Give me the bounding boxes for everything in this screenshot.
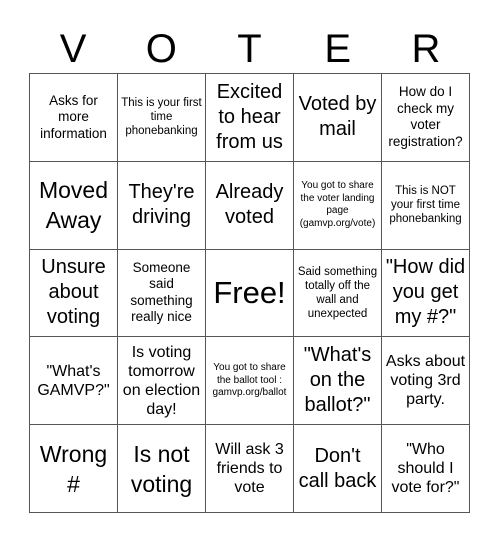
bingo-cell[interactable]: Unsure about voting — [30, 249, 118, 338]
bingo-cell[interactable]: Voted by mail — [294, 74, 382, 162]
cell-text: Said something totally off the wall and … — [297, 265, 378, 320]
header-letter-o: O — [145, 27, 177, 71]
cell-text: Don't call back — [298, 444, 377, 492]
bingo-cell[interactable]: Moved Away — [30, 161, 118, 250]
cell-text: Unsure about voting — [41, 256, 106, 329]
bingo-header: V O T E R — [29, 26, 470, 72]
cell-text: Asks for more information — [40, 92, 107, 141]
cell-text: Voted by mail — [298, 93, 377, 141]
bingo-cell[interactable]: Don't call back — [294, 425, 382, 513]
cell-text: "What's GAMVP?" — [37, 362, 110, 399]
cell-text: Asks about voting 3rd party. — [385, 353, 466, 409]
cell-text: Already voted — [215, 181, 284, 229]
bingo-cell[interactable]: How do I check my voter registration? — [382, 74, 470, 162]
bingo-cell[interactable]: Will ask 3 friends to vote — [206, 425, 294, 513]
cell-text: "How did you get my #?" — [385, 256, 466, 329]
cell-text: Is voting tomorrow on election day! — [122, 343, 201, 418]
bingo-board: Asks for more information This is your f… — [29, 73, 470, 513]
cell-text: They're driving — [128, 181, 195, 229]
bingo-cell[interactable]: "Who should I vote for?" — [382, 425, 470, 513]
header-letter-v: V — [59, 27, 87, 71]
bingo-cell[interactable]: Asks for more information — [30, 74, 118, 162]
cell-text: This is NOT your first time phonebanking — [389, 185, 462, 226]
bingo-cell[interactable]: "What's GAMVP?" — [30, 337, 118, 426]
bingo-cell[interactable]: Wrong # — [30, 425, 118, 513]
cell-text: Moved Away — [38, 177, 109, 234]
bingo-cell[interactable]: "What's on the ballot?" — [294, 337, 382, 426]
bingo-cell[interactable]: You got to share the ballot tool : gamvp… — [206, 337, 294, 426]
bingo-cell[interactable]: This is NOT your first time phonebanking — [382, 161, 470, 250]
bingo-cell[interactable]: They're driving — [118, 161, 206, 250]
bingo-cell[interactable]: Asks about voting 3rd party. — [382, 337, 470, 426]
bingo-cell[interactable]: Someone said something really nice — [118, 249, 206, 338]
cell-text: You got to share the ballot tool : gamvp… — [212, 362, 287, 399]
bingo-cell[interactable]: This is your first time phonebanking — [118, 74, 206, 162]
bingo-cell[interactable]: Said something totally off the wall and … — [294, 249, 382, 338]
header-letter-e: E — [324, 27, 352, 71]
bingo-cell[interactable]: Already voted — [206, 161, 294, 250]
header-letter-r: R — [411, 27, 441, 71]
cell-text: "Who should I vote for?" — [391, 441, 460, 497]
cell-text: Wrong # — [39, 440, 108, 497]
bingo-cell[interactable]: Excited to hear from us — [206, 74, 294, 162]
cell-text: "What's on the ballot?" — [303, 344, 372, 417]
free-space-cell[interactable]: Free! — [206, 249, 294, 338]
cell-text: How do I check my voter registration? — [388, 84, 463, 149]
cell-text: Excited to hear from us — [216, 80, 283, 153]
cell-text: Someone said something really nice — [130, 259, 193, 325]
bingo-cell[interactable]: Is not voting — [118, 425, 206, 513]
cell-text: Free! — [213, 274, 286, 310]
cell-text: Will ask 3 friends to vote — [215, 441, 284, 497]
bingo-cell[interactable]: Is voting tomorrow on election day! — [118, 337, 206, 426]
bingo-cell[interactable]: "How did you get my #?" — [382, 249, 470, 338]
cell-text: Is not voting — [130, 440, 193, 497]
cell-text: This is your first time phonebanking — [121, 97, 202, 138]
bingo-cell[interactable]: You got to share the voter landing page … — [294, 161, 382, 250]
header-letter-t: T — [237, 27, 262, 71]
cell-text: You got to share the voter landing page … — [299, 180, 376, 229]
